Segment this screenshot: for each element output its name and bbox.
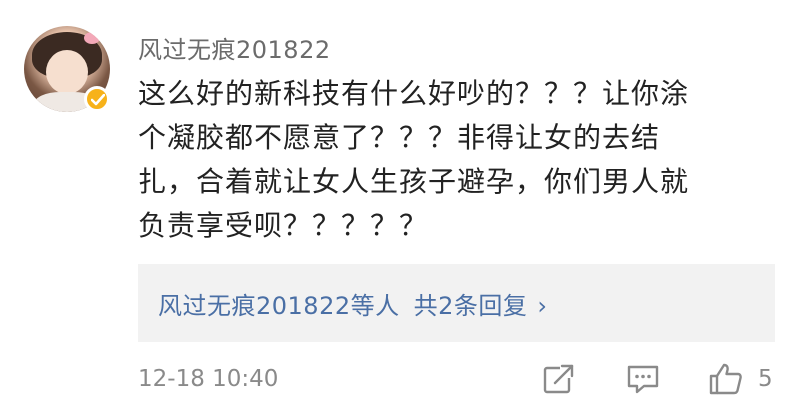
replies-link[interactable]: 风过无痕201822等人 共2条回复 › [158,286,548,321]
comment-username[interactable]: 风过无痕201822 [138,30,331,65]
comment-line: 负责享受呗？？？？？ [138,209,429,242]
comment-line: 这么好的新科技有什么好吵的？？？让你涂 [138,77,690,110]
reply-authors: 风过无痕201822等人 [158,292,400,320]
avatar-bow [84,32,100,44]
comment-line: 个凝胶都不愿意了？？？非得让女的去结 [138,121,661,154]
comment-timestamp: 12-18 10:40 [138,366,279,392]
like-count: 5 [758,366,773,392]
reply-count: 共2条回复 [413,292,528,320]
comment-text: 这么好的新科技有什么好吵的？？？让你涂 个凝胶都不愿意了？？？非得让女的去结 扎… [138,72,758,248]
avatar-face [46,50,88,94]
thumbs-up-icon[interactable] [708,362,744,400]
reply-icon[interactable] [626,362,660,400]
verified-badge-icon [84,86,110,112]
chevron-right-icon: › [537,292,548,320]
comment-line: 扎，合着就让女人生孩子避孕，你们男人就 [138,165,690,198]
replies-preview[interactable]: 风过无痕201822等人 共2条回复 › [138,264,775,342]
share-icon[interactable] [542,362,576,400]
